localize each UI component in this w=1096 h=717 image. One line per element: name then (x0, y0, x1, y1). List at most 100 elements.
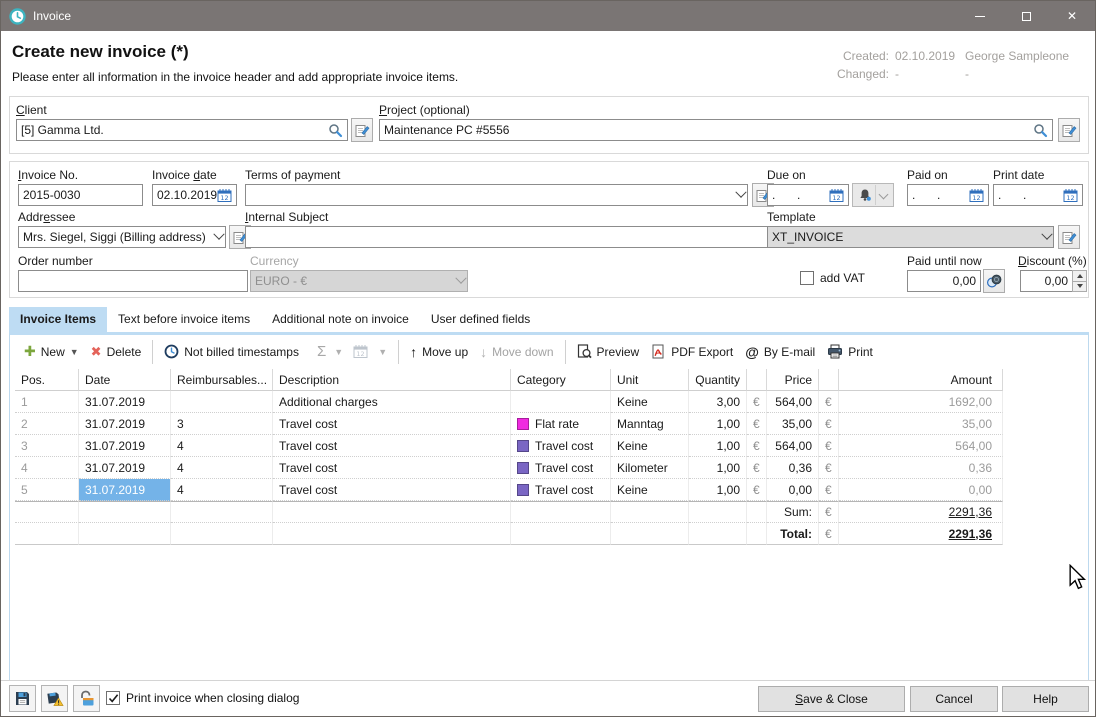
print-date-field[interactable]: . . 12 (993, 184, 1083, 206)
cell-date[interactable]: 31.07.2019 (79, 391, 171, 413)
cell-date-selected[interactable]: 31.07.2019 (79, 479, 171, 501)
search-icon[interactable] (1033, 123, 1048, 138)
add-vat-checkbox[interactable] (800, 271, 814, 285)
terms-of-payment-combo[interactable] (245, 184, 748, 206)
print-button[interactable]: Print (821, 340, 879, 363)
save-button[interactable] (9, 685, 36, 712)
table-row[interactable]: 1 31.07.2019 Additional charges Keine 3,… (15, 391, 1003, 413)
col-price[interactable]: Price (767, 369, 819, 391)
due-on-field[interactable]: . . 12 (767, 184, 849, 206)
cell-price[interactable]: 35,00 (767, 413, 819, 435)
cell-reimbursable[interactable]: 3 (171, 413, 273, 435)
col-reimbursables[interactable]: Reimbursables... (171, 369, 273, 391)
calendar-icon[interactable]: 12 (829, 188, 844, 203)
cell-reimbursable[interactable] (171, 391, 273, 413)
tab-text-before-invoice-items[interactable]: Text before invoice items (107, 307, 261, 332)
cell-description[interactable]: Travel cost (273, 413, 511, 435)
table-row-selected[interactable]: 5 31.07.2019 4 Travel cost Travel cost K… (15, 479, 1003, 501)
client-input[interactable] (21, 123, 328, 137)
cell-date[interactable]: 31.07.2019 (79, 435, 171, 457)
cell-quantity[interactable]: 1,00 (689, 413, 747, 435)
col-unit[interactable]: Unit (611, 369, 689, 391)
internal-subject-field[interactable] (245, 226, 770, 248)
col-quantity[interactable]: Quantity (689, 369, 747, 391)
cell-price[interactable]: 0,36 (767, 457, 819, 479)
cell-category[interactable]: Travel cost (511, 457, 611, 479)
project-input[interactable] (384, 123, 1033, 137)
cell-date[interactable]: 31.07.2019 (79, 457, 171, 479)
pdf-export-button[interactable]: PDF Export (645, 340, 739, 363)
maximize-button[interactable] (1003, 1, 1049, 31)
cell-price[interactable]: 564,00 (767, 391, 819, 413)
invoice-no-input[interactable] (23, 188, 138, 202)
cell-pos[interactable]: 4 (15, 457, 79, 479)
calendar-icon[interactable]: 12 (969, 188, 984, 203)
cell-pos[interactable]: 5 (15, 479, 79, 501)
cell-quantity[interactable]: 1,00 (689, 435, 747, 457)
table-row[interactable]: 2 31.07.2019 3 Travel cost Flat rate Man… (15, 413, 1003, 435)
cell-unit[interactable]: Keine (611, 479, 689, 501)
minimize-button[interactable] (957, 1, 1003, 31)
col-currency2[interactable] (819, 369, 839, 391)
invoice-date-field[interactable]: 02.10.2019 12 (152, 184, 237, 206)
col-description[interactable]: Description (273, 369, 511, 391)
calendar-icon[interactable]: 12 (1063, 188, 1078, 203)
cell-category[interactable] (511, 391, 611, 413)
reminder-button[interactable] (852, 183, 894, 207)
client-field[interactable] (16, 119, 348, 141)
cell-quantity[interactable]: 3,00 (689, 391, 747, 413)
save-close-button[interactable]: Save & Close (758, 686, 905, 712)
project-field[interactable] (379, 119, 1053, 141)
chevron-down-icon[interactable] (879, 189, 889, 199)
template-combo[interactable]: XT_INVOICE (767, 226, 1054, 248)
paid-on-field[interactable]: . . 12 (907, 184, 989, 206)
search-icon[interactable] (328, 123, 343, 138)
cell-unit[interactable]: Kilometer (611, 457, 689, 479)
cell-unit[interactable]: Keine (611, 435, 689, 457)
unlock-button[interactable] (73, 685, 100, 712)
cell-category[interactable]: Flat rate (511, 413, 611, 435)
move-up-button[interactable]: ↑ Move up (404, 340, 474, 364)
cell-price[interactable]: 564,00 (767, 435, 819, 457)
cell-pos[interactable]: 2 (15, 413, 79, 435)
by-email-button[interactable]: @ By E-mail (739, 340, 821, 364)
spin-down-icon[interactable] (1072, 282, 1087, 293)
cell-description[interactable]: Additional charges (273, 391, 511, 413)
col-pos[interactable]: Pos. (15, 369, 79, 391)
close-button[interactable]: ✕ (1049, 1, 1095, 31)
payments-button[interactable] (983, 269, 1005, 293)
addressee-combo[interactable]: Mrs. Siegel, Siggi (Billing address) (18, 226, 226, 248)
table-row[interactable]: 4 31.07.2019 4 Travel cost Travel cost K… (15, 457, 1003, 479)
cell-pos[interactable]: 3 (15, 435, 79, 457)
spin-up-icon[interactable] (1072, 270, 1087, 282)
paid-until-now-field[interactable]: 0,00 (907, 270, 981, 292)
edit-client-button[interactable] (351, 118, 373, 142)
tab-user-defined-fields[interactable]: User defined fields (420, 307, 541, 332)
add-vat-option[interactable]: add VAT (800, 271, 865, 285)
cell-quantity[interactable]: 1,00 (689, 479, 747, 501)
tab-invoice-items[interactable]: Invoice Items (9, 307, 107, 332)
cell-reimbursable[interactable]: 4 (171, 479, 273, 501)
cell-description[interactable]: Travel cost (273, 435, 511, 457)
cell-reimbursable[interactable]: 4 (171, 435, 273, 457)
cell-category[interactable]: Travel cost (511, 435, 611, 457)
tab-additional-note[interactable]: Additional note on invoice (261, 307, 420, 332)
col-date[interactable]: Date (79, 369, 171, 391)
discount-spinner[interactable] (1072, 270, 1087, 292)
new-item-button[interactable]: ✚ New ▼ (18, 339, 85, 364)
delete-item-button[interactable]: ✖ Delete (85, 340, 148, 364)
cell-quantity[interactable]: 1,00 (689, 457, 747, 479)
col-currency1[interactable] (747, 369, 767, 391)
table-row[interactable]: 3 31.07.2019 4 Travel cost Travel cost K… (15, 435, 1003, 457)
save-template-warning-button[interactable] (41, 685, 68, 712)
cell-reimbursable[interactable]: 4 (171, 457, 273, 479)
cell-category[interactable]: Travel cost (511, 479, 611, 501)
edit-template-button[interactable] (1058, 225, 1080, 249)
cancel-button[interactable]: Cancel (910, 686, 998, 712)
invoice-no-field[interactable] (18, 184, 143, 206)
cell-description[interactable]: Travel cost (273, 457, 511, 479)
not-billed-timestamps-button[interactable]: Not billed timestamps (158, 340, 305, 363)
discount-field[interactable]: 0,00 (1020, 270, 1073, 292)
cell-unit[interactable]: Keine (611, 391, 689, 413)
cell-unit[interactable]: Manntag (611, 413, 689, 435)
